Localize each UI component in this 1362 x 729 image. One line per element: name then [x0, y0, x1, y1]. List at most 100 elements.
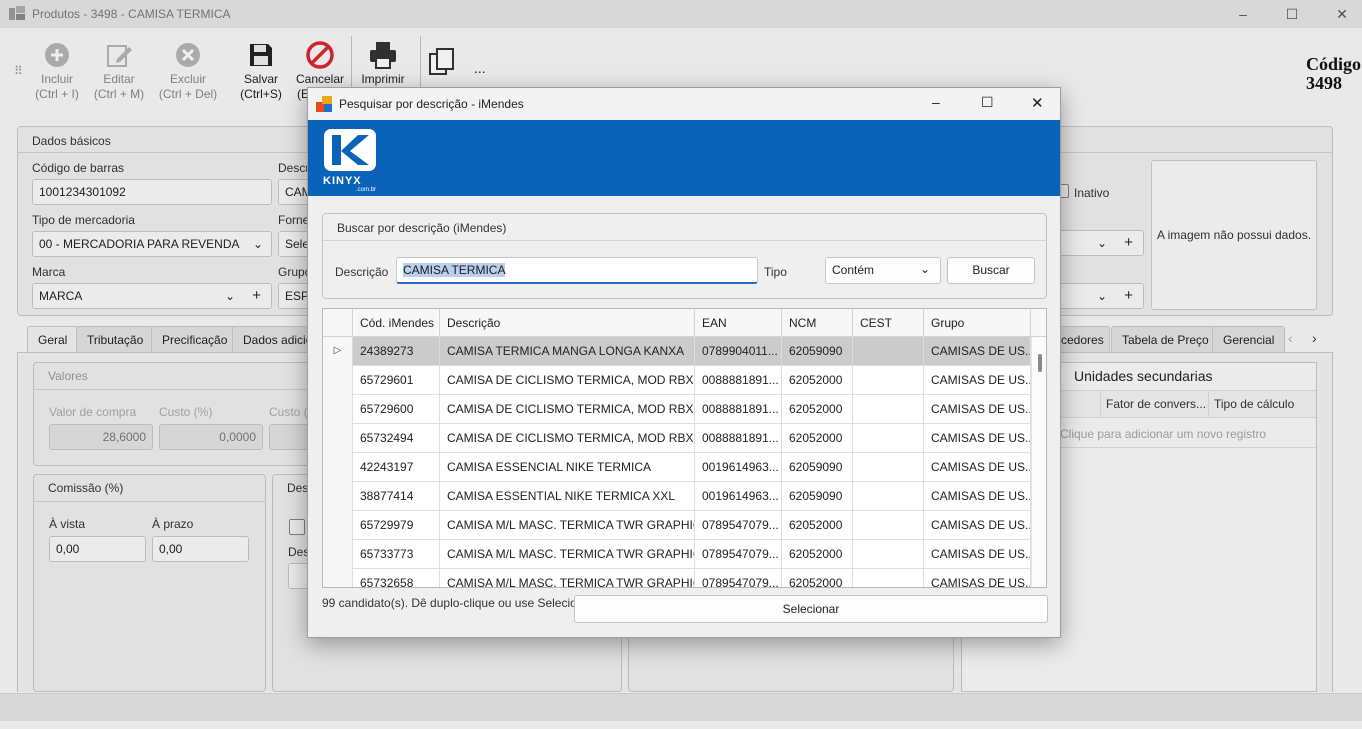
tab-scroll-right-icon[interactable]: ›: [1312, 330, 1317, 346]
dados-basicos-title: Dados básicos: [32, 134, 111, 148]
tab-dados-adicionais[interactable]: Dados adicion: [232, 326, 308, 352]
tab-gerencial[interactable]: Gerencial: [1212, 326, 1286, 352]
col-grupo[interactable]: Grupo: [924, 309, 1031, 337]
main-titlebar: Produtos - 3498 - CAMISA TERMICA – ☐ ✕: [0, 0, 1362, 28]
grid-scrollbar-thumb[interactable]: [1038, 354, 1042, 372]
imprimir-button[interactable]: Imprimir: [351, 38, 415, 87]
cell-ncm: 62059090: [782, 453, 853, 482]
col-cod-imendes[interactable]: Cód. iMendes: [353, 309, 440, 337]
row-indicator[interactable]: [323, 540, 353, 569]
cell-descricao: CAMISA ESSENTIAL NIKE TERMICA XXL: [440, 482, 695, 511]
row-indicator[interactable]: [323, 482, 353, 511]
col-ncm[interactable]: NCM: [782, 309, 853, 337]
dialog-titlebar: Pesquisar por descrição - iMendes – ☐ ✕: [308, 88, 1060, 120]
minimize-icon[interactable]: –: [1233, 6, 1253, 22]
add-icon[interactable]: +: [252, 284, 261, 308]
salvar-button[interactable]: Salvar (Ctrl+S): [229, 38, 293, 102]
marca-value: MARCA: [39, 289, 83, 303]
codigo-value: 3498: [1306, 73, 1342, 93]
table-row[interactable]: ▷ 24389273 CAMISA TERMICA MANGA LONGA KANX…: [323, 337, 1031, 366]
new-row-placeholder[interactable]: Clique para adicionar um novo registro: [1060, 427, 1266, 441]
more-button[interactable]: ...: [474, 60, 486, 76]
add-circle-icon: [25, 38, 89, 72]
right-select-1[interactable]: ⌄ +: [1058, 230, 1144, 256]
custo2-input[interactable]: [269, 424, 309, 450]
excluir-button[interactable]: Excluir (Ctrl + Del): [156, 38, 220, 102]
table-row[interactable]: 65732658 CAMISA M/L MASC. TERMICA TWR GRA…: [323, 569, 1031, 587]
table-row[interactable]: 65729601 CAMISA DE CICLISMO TERMICA, MOD …: [323, 366, 1031, 395]
candidates-status: 99 candidato(s). Dê duplo-clique ou use …: [322, 596, 597, 610]
col-ean[interactable]: EAN: [695, 309, 782, 337]
incluir-label: Incluir: [40, 72, 73, 86]
toolbar-separator-2: [420, 36, 421, 94]
cell-cest: [853, 337, 924, 366]
toolbar-grip-icon[interactable]: ⠿: [14, 64, 23, 78]
table-row[interactable]: 38877414 CAMISA ESSENTIAL NIKE TERMICA XX…: [323, 482, 1031, 511]
close-icon[interactable]: ✕: [1332, 6, 1352, 23]
cell-cest: [853, 453, 924, 482]
row-indicator[interactable]: [323, 366, 353, 395]
cell-grupo: CAMISAS DE US...: [924, 540, 1031, 569]
cell-grupo: CAMISAS DE US...: [924, 337, 1031, 366]
aprazo-input[interactable]: 0,00: [152, 536, 249, 562]
avista-input[interactable]: 0,00: [49, 536, 146, 562]
desconto-checkbox[interactable]: [289, 519, 305, 535]
row-indicator[interactable]: [323, 453, 353, 482]
tipo-search-select[interactable]: Contém ⌄: [825, 257, 941, 284]
right-select-2[interactable]: ⌄ +: [1058, 283, 1144, 309]
image-box[interactable]: A imagem não possui dados.: [1151, 160, 1317, 310]
table-row[interactable]: 65733773 CAMISA M/L MASC. TERMICA TWR GRA…: [323, 540, 1031, 569]
row-indicator[interactable]: [323, 511, 353, 540]
row-indicator[interactable]: [323, 424, 353, 453]
chevron-down-icon: ⌄: [919, 262, 930, 276]
dialog-maximize-icon[interactable]: ☐: [981, 94, 994, 111]
codigo-display: Código 3498: [1306, 55, 1362, 93]
tab-fornecedores[interactable]: cedores: [1058, 326, 1110, 352]
cell-descricao: CAMISA TERMICA MANGA LONGA KANXA: [440, 337, 695, 366]
tab-tributacao[interactable]: Tributação: [76, 326, 155, 352]
custo-input[interactable]: 0,0000: [159, 424, 263, 450]
cell-cest: [853, 366, 924, 395]
printer-icon: [351, 38, 415, 72]
avista-label: À vista: [49, 517, 86, 531]
comissao-group: Comissão (%) À vista 0,00 À prazo 0,00: [33, 474, 266, 692]
tab-scroll-left-icon[interactable]: ‹: [1288, 330, 1293, 346]
col-descricao[interactable]: Descrição: [440, 309, 695, 337]
incluir-button[interactable]: Incluir (Ctrl + I): [25, 38, 89, 102]
valor-compra-input[interactable]: 28,6000: [49, 424, 153, 450]
row-indicator[interactable]: [323, 569, 353, 587]
current-row-arrow-icon[interactable]: ▷: [323, 337, 353, 366]
tab-geral[interactable]: Geral: [27, 326, 79, 352]
descricao-search-label: Descrição: [335, 265, 389, 279]
table-row[interactable]: 42243197 CAMISA ESSENCIAL NIKE TERMICA 001…: [323, 453, 1031, 482]
tipo-mercadoria-select[interactable]: 00 - MERCADORIA PARA REVENDA ⌄: [32, 231, 272, 257]
col-cest[interactable]: CEST: [853, 309, 924, 337]
tab-precificacao[interactable]: Precificação: [151, 326, 239, 352]
dialog-close-icon[interactable]: ✕: [1031, 94, 1044, 112]
table-row[interactable]: 65729600 CAMISA DE CICLISMO TERMICA, MOD …: [323, 395, 1031, 424]
selecionar-button[interactable]: Selecionar: [574, 595, 1048, 623]
buscar-button[interactable]: Buscar: [947, 257, 1035, 284]
add-icon[interactable]: +: [1124, 231, 1133, 255]
maximize-icon[interactable]: ☐: [1282, 6, 1302, 23]
tab-tabela-preco[interactable]: Tabela de Preço: [1111, 326, 1220, 352]
chevron-down-icon: ⌄: [252, 237, 263, 251]
copy-icon[interactable]: [428, 48, 456, 81]
buscar-group: Buscar por descrição (iMendes) Descrição…: [322, 213, 1047, 299]
table-row[interactable]: 65732494 CAMISA DE CICLISMO TERMICA, MOD …: [323, 424, 1031, 453]
cell-descricao: CAMISA DE CICLISMO TERMICA, MOD RBX EXP.…: [440, 424, 695, 453]
row-indicator[interactable]: [323, 395, 353, 424]
cell-ean: 0789547079...: [695, 511, 782, 540]
add-icon[interactable]: +: [1124, 284, 1133, 308]
descricao-search-input[interactable]: CAMISA TERMICA: [396, 257, 758, 284]
dialog-minimize-icon[interactable]: –: [932, 94, 940, 110]
table-row[interactable]: 65729979 CAMISA M/L MASC. TERMICA TWR GRA…: [323, 511, 1031, 540]
cell-ean: 0789547079...: [695, 569, 782, 587]
codigo-barras-input[interactable]: 1001234301092: [32, 179, 272, 205]
editar-button[interactable]: Editar (Ctrl + M): [87, 38, 151, 102]
cell-ncm: 62052000: [782, 569, 853, 587]
grid-scrollbar[interactable]: [1031, 337, 1046, 587]
descricao-search-value: CAMISA TERMICA: [403, 263, 506, 277]
row-indicator-header: [323, 309, 353, 337]
marca-select[interactable]: MARCA ⌄ +: [32, 283, 272, 309]
